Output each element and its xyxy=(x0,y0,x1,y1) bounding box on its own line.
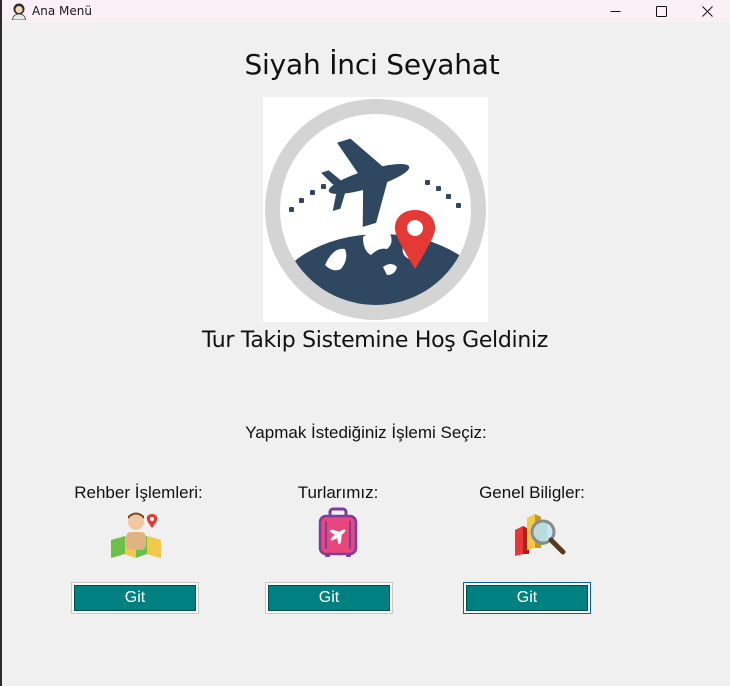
button-label: Git xyxy=(268,585,390,611)
option-guide-operations: Rehber İşlemleri: xyxy=(67,483,210,503)
general-info-go-button[interactable]: Git xyxy=(463,582,591,614)
welcome-message: Tur Takip Sistemine Hoş Geldiniz xyxy=(201,328,549,353)
luggage-icon xyxy=(318,507,358,557)
guide-map-icon xyxy=(111,512,161,558)
minimize-icon xyxy=(610,10,620,12)
window-title: Ana Menü xyxy=(32,4,92,18)
travel-logo-icon xyxy=(265,99,486,320)
button-label: Git xyxy=(74,585,196,611)
close-icon xyxy=(701,5,713,17)
button-label: Git xyxy=(466,585,588,611)
guide-go-button[interactable]: Git xyxy=(71,582,199,614)
maximize-icon xyxy=(655,5,667,17)
analytics-magnifier-icon xyxy=(515,514,566,556)
option-label: Rehber İşlemleri: xyxy=(74,483,203,502)
app-heading: Siyah İnci Seyahat xyxy=(244,48,500,81)
tours-go-button[interactable]: Git xyxy=(265,582,393,614)
close-button[interactable] xyxy=(684,0,730,22)
user-avatar-icon xyxy=(12,3,26,20)
option-general-info: Genel Biligler: xyxy=(472,483,592,503)
maximize-button[interactable] xyxy=(638,0,684,22)
travel-logo xyxy=(263,97,488,322)
option-label: Genel Biligler: xyxy=(479,483,585,502)
option-label: Turlarımız: xyxy=(297,483,379,502)
option-tours: Turlarımız: xyxy=(294,483,382,503)
selection-prompt: Yapmak İstediğiniz İşlemi Seçiz: xyxy=(245,423,487,442)
title-bar[interactable]: Ana Menü xyxy=(2,0,730,22)
minimize-button[interactable] xyxy=(592,0,638,22)
